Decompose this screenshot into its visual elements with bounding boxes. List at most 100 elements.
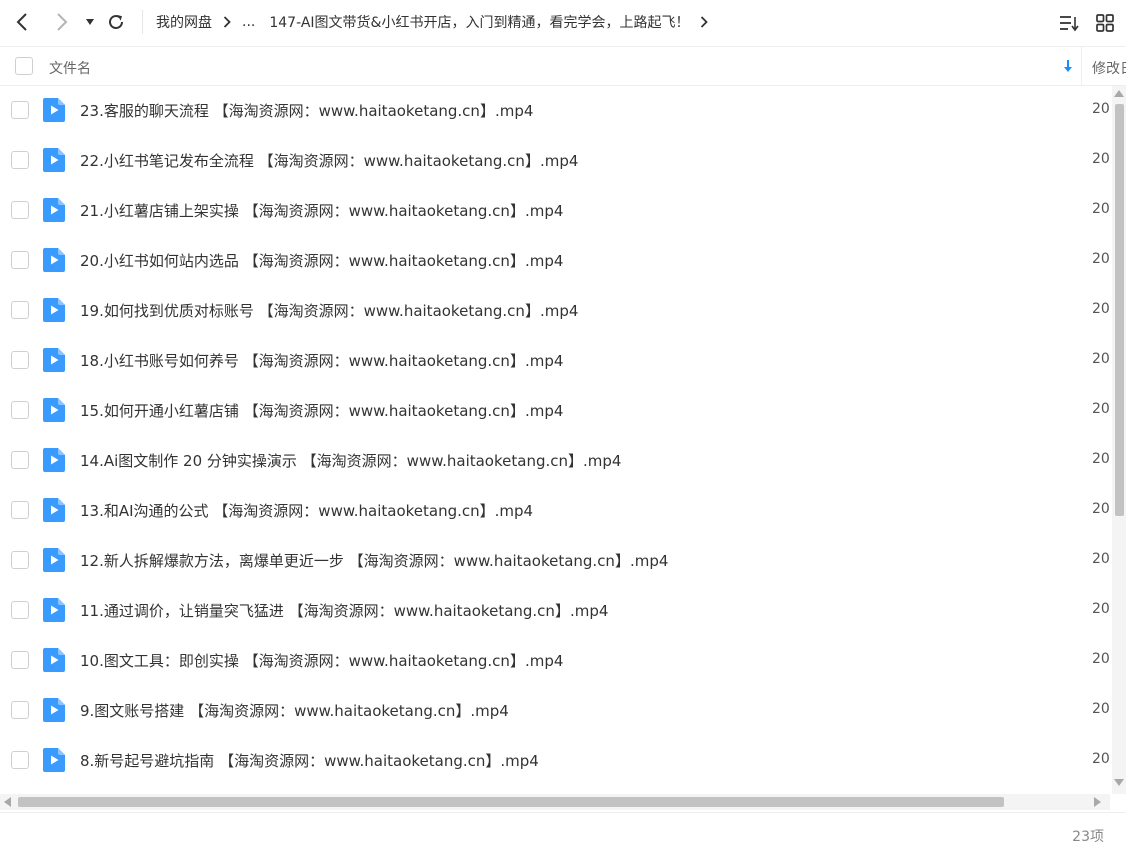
file-row[interactable]: 15.如何开通小红薯店铺 【海淘资源网：www.haitaoketang.cn】…: [0, 386, 1110, 434]
video-file-icon: [43, 248, 65, 272]
file-row[interactable]: 14.Ai图文制作 20 分钟实操演示 【海淘资源网：www.haitaoket…: [0, 436, 1110, 484]
file-name: 15.如何开通小红薯店铺 【海淘资源网：www.haitaoketang.cn】…: [80, 402, 564, 420]
breadcrumb-expand-chevron-icon[interactable]: [700, 16, 709, 28]
video-file-icon: [43, 648, 65, 672]
refresh-button[interactable]: [102, 8, 130, 36]
video-file-icon: [43, 148, 65, 172]
file-name: 13.和AI沟通的公式 【海淘资源网：www.haitaoketang.cn】.…: [80, 502, 534, 520]
row-checkbox[interactable]: [11, 551, 29, 569]
video-file-icon: [43, 348, 65, 372]
file-modified-date: 20: [1092, 251, 1110, 267]
row-checkbox[interactable]: [11, 601, 29, 619]
select-all-checkbox[interactable]: [15, 57, 33, 75]
video-file-icon: [43, 98, 65, 122]
item-count: 23项: [1072, 829, 1104, 845]
file-name: 14.Ai图文制作 20 分钟实操演示 【海淘资源网：www.haitaoket…: [80, 452, 622, 470]
column-header-filename[interactable]: 文件名: [49, 58, 91, 78]
file-name: 23.客服的聊天流程 【海淘资源网：www.haitaoketang.cn】.m…: [80, 102, 534, 120]
file-row[interactable]: 11.通过调价，让销量突飞猛进 【海淘资源网：www.haitaoketang.…: [0, 586, 1110, 634]
file-modified-date: 20: [1092, 201, 1110, 217]
file-modified-date: 20: [1092, 151, 1110, 167]
row-checkbox[interactable]: [11, 501, 29, 519]
row-checkbox[interactable]: [11, 251, 29, 269]
sort-button[interactable]: [1057, 11, 1081, 35]
file-list-header: 文件名 修改日: [0, 46, 1126, 86]
status-bar: 23项: [0, 812, 1126, 859]
column-header-modified[interactable]: 修改日: [1092, 58, 1126, 78]
refresh-icon: [109, 15, 123, 29]
row-checkbox[interactable]: [11, 751, 29, 769]
file-modified-date: 20: [1092, 351, 1110, 367]
row-checkbox[interactable]: [11, 301, 29, 319]
horizontal-scroll-thumb[interactable]: [18, 797, 1004, 807]
file-name: 22.小红书笔记发布全流程 【海淘资源网：www.haitaoketang.cn…: [80, 152, 579, 170]
file-modified-date: 20: [1092, 701, 1110, 717]
file-row[interactable]: 9.图文账号搭建 【海淘资源网：www.haitaoketang.cn】.mp4…: [0, 686, 1110, 734]
sort-list-icon: [1060, 16, 1079, 32]
breadcrumb-current-folder[interactable]: 147-AI图文带货&小红书开店，入门到精通，看完学会，上路起飞！: [269, 12, 689, 32]
row-checkbox[interactable]: [11, 451, 29, 469]
file-modified-date: 20: [1092, 601, 1110, 617]
sort-descending-arrow-icon[interactable]: [1061, 58, 1075, 74]
breadcrumb-chevron-icon: [223, 16, 231, 28]
back-button[interactable]: [8, 8, 36, 36]
file-name: 21.小红薯店铺上架实操 【海淘资源网：www.haitaoketang.cn】…: [80, 202, 564, 220]
row-checkbox[interactable]: [11, 351, 29, 369]
history-dropdown-button[interactable]: [80, 8, 100, 36]
file-name: 18.小红书账号如何养号 【海淘资源网：www.haitaoketang.cn】…: [80, 352, 564, 370]
vertical-scroll-thumb[interactable]: [1115, 104, 1124, 516]
scroll-right-arrow-icon[interactable]: [1094, 797, 1101, 807]
video-file-icon: [43, 748, 65, 772]
grid-view-icon: [1096, 14, 1114, 32]
file-name: 19.如何找到优质对标账号 【海淘资源网：www.haitaoketang.cn…: [80, 302, 579, 320]
file-name: 20.小红书如何站内选品 【海淘资源网：www.haitaoketang.cn】…: [80, 252, 564, 270]
vertical-scrollbar[interactable]: [1112, 86, 1126, 794]
file-modified-date: 20: [1092, 551, 1110, 567]
file-row[interactable]: 12.新人拆解爆款方法，离爆单更近一步 【海淘资源网：www.haitaoket…: [0, 536, 1110, 584]
file-name: 11.通过调价，让销量突飞猛进 【海淘资源网：www.haitaoketang.…: [80, 602, 609, 620]
file-row[interactable]: 21.小红薯店铺上架实操 【海淘资源网：www.haitaoketang.cn】…: [0, 186, 1110, 234]
scroll-left-arrow-icon[interactable]: [4, 797, 11, 807]
breadcrumb-root[interactable]: 我的网盘: [156, 12, 212, 32]
file-row[interactable]: 18.小红书账号如何养号 【海淘资源网：www.haitaoketang.cn】…: [0, 336, 1110, 384]
file-modified-date: 20: [1092, 501, 1110, 517]
file-name: 10.图文工具：即创实操 【海淘资源网：www.haitaoketang.cn】…: [80, 652, 564, 670]
file-row[interactable]: 10.图文工具：即创实操 【海淘资源网：www.haitaoketang.cn】…: [0, 636, 1110, 684]
column-divider[interactable]: [1081, 47, 1082, 85]
row-checkbox[interactable]: [11, 201, 29, 219]
breadcrumb-ellipsis[interactable]: ...: [242, 14, 255, 30]
row-checkbox[interactable]: [11, 151, 29, 169]
row-checkbox[interactable]: [11, 101, 29, 119]
file-modified-date: 20: [1092, 651, 1110, 667]
row-checkbox[interactable]: [11, 651, 29, 669]
file-row[interactable]: 19.如何找到优质对标账号 【海淘资源网：www.haitaoketang.cn…: [0, 286, 1110, 334]
file-row[interactable]: 22.小红书笔记发布全流程 【海淘资源网：www.haitaoketang.cn…: [0, 136, 1110, 184]
video-file-icon: [43, 398, 65, 422]
video-file-icon: [43, 598, 65, 622]
file-name: 12.新人拆解爆款方法，离爆单更近一步 【海淘资源网：www.haitaoket…: [80, 552, 669, 570]
video-file-icon: [43, 298, 65, 322]
file-row[interactable]: 20.小红书如何站内选品 【海淘资源网：www.haitaoketang.cn】…: [0, 236, 1110, 284]
file-row[interactable]: 8.新号起号避坑指南 【海淘资源网：www.haitaoketang.cn】.m…: [0, 736, 1110, 784]
row-checkbox[interactable]: [11, 401, 29, 419]
file-modified-date: 20: [1092, 751, 1110, 767]
file-name: 9.图文账号搭建 【海淘资源网：www.haitaoketang.cn】.mp4: [80, 702, 509, 720]
file-modified-date: 20: [1092, 101, 1110, 117]
horizontal-scrollbar[interactable]: [0, 794, 1110, 810]
scroll-down-arrow-icon[interactable]: [1114, 779, 1124, 786]
top-navigation-bar: 我的网盘 ... 147-AI图文带货&小红书开店，入门到精通，看完学会，上路起…: [0, 0, 1126, 44]
file-name: 8.新号起号避坑指南 【海淘资源网：www.haitaoketang.cn】.m…: [80, 752, 539, 770]
grid-view-button[interactable]: [1093, 11, 1117, 35]
video-file-icon: [43, 698, 65, 722]
video-file-icon: [43, 548, 65, 572]
file-row[interactable]: 23.客服的聊天流程 【海淘资源网：www.haitaoketang.cn】.m…: [0, 86, 1110, 134]
video-file-icon: [43, 448, 65, 472]
row-checkbox[interactable]: [11, 701, 29, 719]
scroll-up-arrow-icon[interactable]: [1114, 90, 1124, 97]
file-row[interactable]: 13.和AI沟通的公式 【海淘资源网：www.haitaoketang.cn】.…: [0, 486, 1110, 534]
breadcrumb: 我的网盘 ... 147-AI图文带货&小红书开店，入门到精通，看完学会，上路起…: [156, 0, 719, 44]
video-file-icon: [43, 198, 65, 222]
file-modified-date: 20: [1092, 301, 1110, 317]
file-list: 23.客服的聊天流程 【海淘资源网：www.haitaoketang.cn】.m…: [0, 86, 1110, 794]
forward-button[interactable]: [48, 8, 76, 36]
